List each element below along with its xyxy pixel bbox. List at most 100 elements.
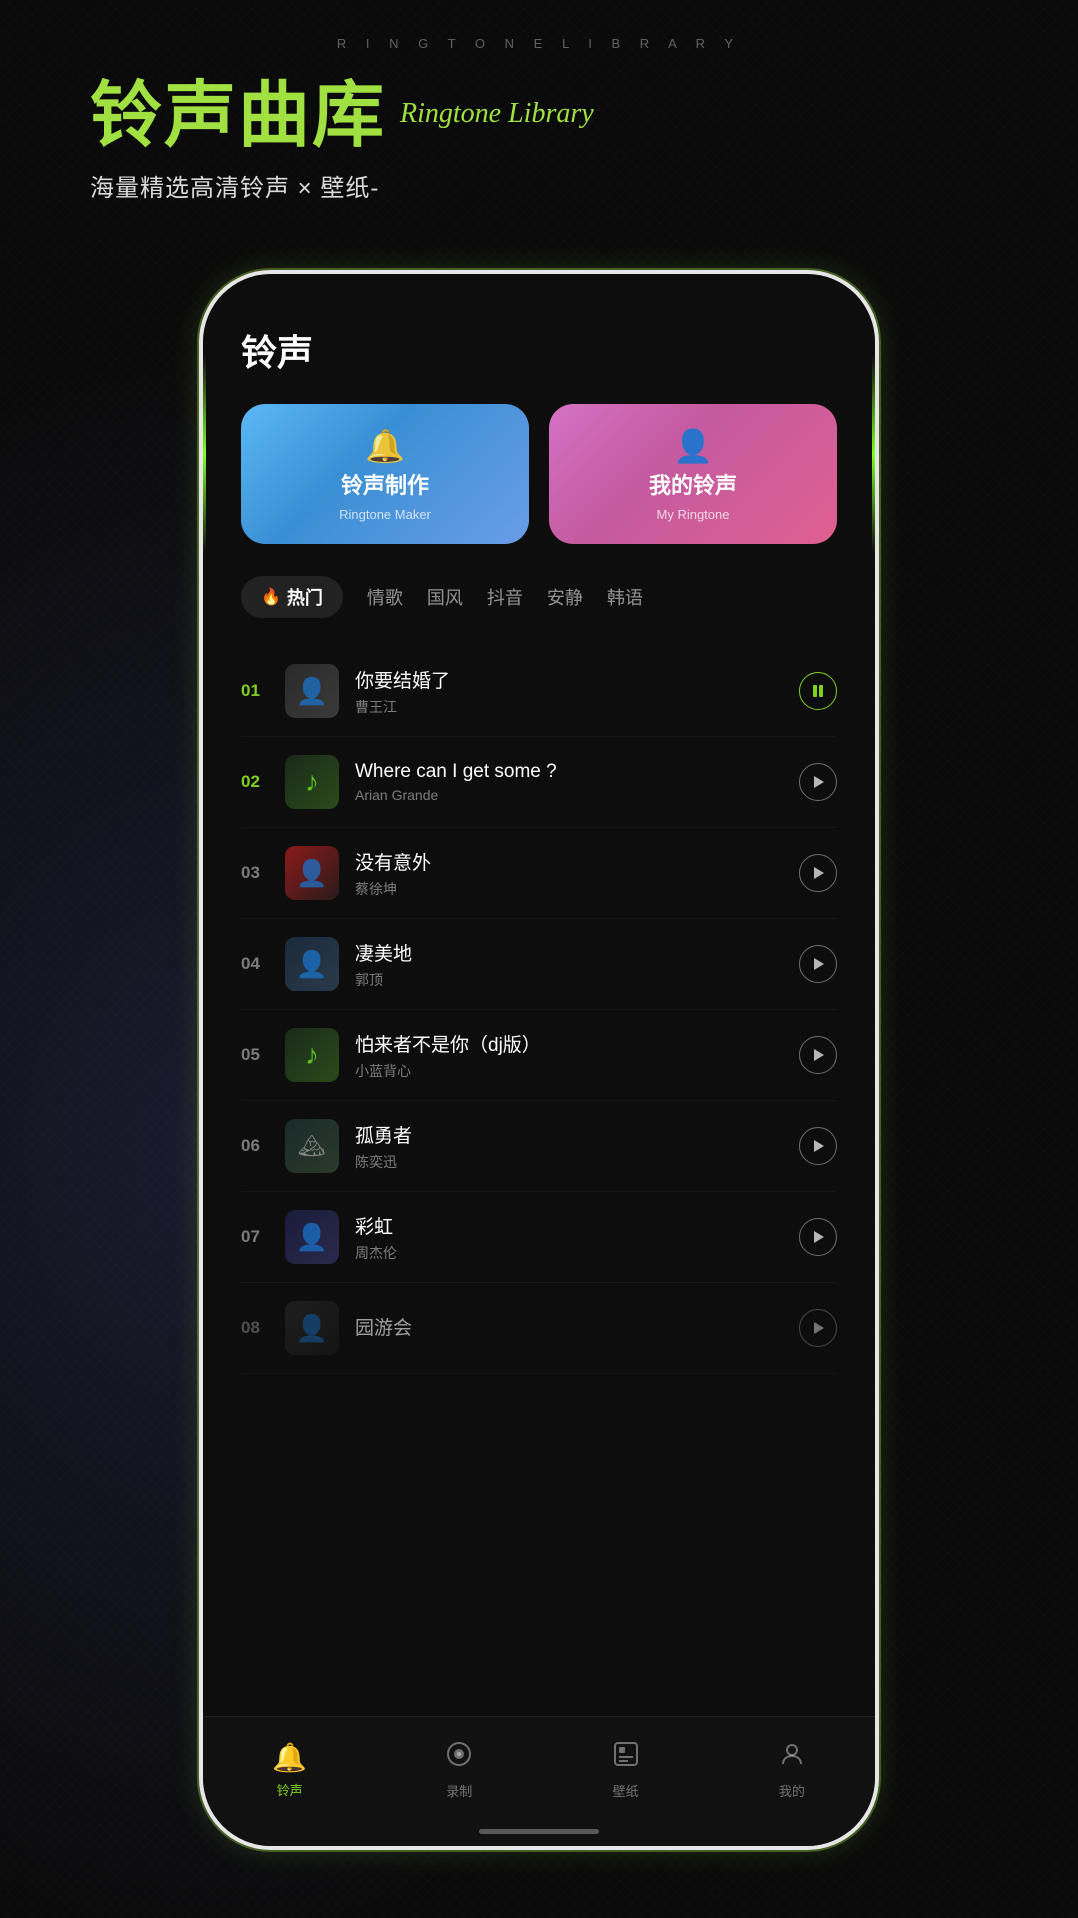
song-artist: 陈奕迅 bbox=[355, 1152, 799, 1172]
song-title: 彩虹 bbox=[355, 1212, 799, 1239]
play-button[interactable] bbox=[799, 854, 837, 892]
person-icon: 👤 bbox=[296, 676, 328, 707]
song-number: 07 bbox=[241, 1227, 285, 1247]
song-artist: 周杰伦 bbox=[355, 1243, 799, 1263]
top-bar-text: R I N G T O N E L I B R A R Y bbox=[337, 36, 741, 51]
nav-record-icon bbox=[445, 1740, 473, 1775]
category-tabs: 🔥 热门 情歌 国风 抖音 安静 韩语 bbox=[233, 576, 845, 618]
song-number: 01 bbox=[241, 681, 285, 701]
song-artist: 郭顶 bbox=[355, 970, 799, 990]
song-artist: 小蓝背心 bbox=[355, 1061, 799, 1081]
my-ringtone-card[interactable]: 👤 我的铃声 My Ringtone bbox=[549, 404, 837, 544]
song-info: 没有意外蔡徐坤 bbox=[355, 848, 799, 899]
song-item[interactable]: 02♪Where can I get some ?Arian Grande bbox=[241, 737, 837, 828]
song-item[interactable]: 05 ♪ 怕来者不是你（dj版） 小蓝背心 bbox=[241, 1010, 837, 1101]
tab-hot-label: 热门 bbox=[287, 584, 323, 610]
song-title: 孤勇者 bbox=[355, 1121, 799, 1148]
nav-record[interactable]: 录制 bbox=[445, 1740, 473, 1800]
tab-quiet[interactable]: 安静 bbox=[547, 584, 583, 610]
song-item[interactable]: 08 👤 园游会 bbox=[241, 1283, 837, 1374]
landscape-icon: 🏔 bbox=[298, 1133, 326, 1159]
nav-ringtone-icon: 🔔 bbox=[272, 1741, 307, 1774]
nav-wallpaper-label: 壁纸 bbox=[613, 1781, 639, 1800]
tab-cn[interactable]: 国风 bbox=[427, 584, 463, 610]
play-button[interactable] bbox=[799, 672, 837, 710]
song-info: 怕来者不是你（dj版） 小蓝背心 bbox=[355, 1030, 799, 1081]
song-number: 06 bbox=[241, 1136, 285, 1156]
song-info: 彩虹周杰伦 bbox=[355, 1212, 799, 1263]
song-thumbnail: 👤 bbox=[285, 1301, 339, 1355]
person-icon: 👤 bbox=[296, 1313, 328, 1344]
home-indicator bbox=[479, 1829, 599, 1834]
play-button[interactable] bbox=[799, 1127, 837, 1165]
nav-mine[interactable]: 我的 bbox=[778, 1740, 806, 1800]
song-thumbnail: 👤 bbox=[285, 1210, 339, 1264]
nav-mine-icon bbox=[778, 1740, 806, 1775]
my-title-en: My Ringtone bbox=[657, 507, 730, 522]
header-title-en: Ringtone Library bbox=[400, 98, 594, 130]
song-thumbnail: 👤 bbox=[285, 664, 339, 718]
phone-content: 铃声 🔔 铃声制作 Ringtone Maker 👤 我的铃声 My Ringt… bbox=[203, 324, 875, 1846]
bottom-nav: 🔔 铃声 录制 bbox=[203, 1716, 875, 1846]
maker-icon: 🔔 bbox=[365, 427, 405, 465]
song-title: 你要结婚了 bbox=[355, 666, 799, 693]
song-info: 你要结婚了曹王江 bbox=[355, 666, 799, 717]
page-header: 铃声曲库 Ringtone Library 海量精选高清铃声 × 壁纸- bbox=[90, 80, 386, 203]
song-title: 凄美地 bbox=[355, 939, 799, 966]
song-info: 凄美地郭顶 bbox=[355, 939, 799, 990]
top-bar: R I N G T O N E L I B R A R Y bbox=[0, 36, 1078, 51]
play-button[interactable] bbox=[799, 1309, 837, 1347]
ringtone-maker-card[interactable]: 🔔 铃声制作 Ringtone Maker bbox=[241, 404, 529, 544]
song-title: 怕来者不是你（dj版） bbox=[355, 1030, 799, 1057]
play-button[interactable] bbox=[799, 1036, 837, 1074]
maker-title-en: Ringtone Maker bbox=[339, 507, 431, 522]
song-info: 园游会 bbox=[355, 1313, 799, 1344]
song-artist: Arian Grande bbox=[355, 787, 799, 803]
action-cards: 🔔 铃声制作 Ringtone Maker 👤 我的铃声 My Ringtone bbox=[233, 404, 845, 544]
song-list-container: 01👤你要结婚了曹王江02♪Where can I get some ?Aria… bbox=[233, 646, 845, 1788]
song-item[interactable]: 06 🏔 孤勇者陈奕迅 bbox=[241, 1101, 837, 1192]
my-ringtone-icon: 👤 bbox=[673, 427, 713, 465]
tab-korean[interactable]: 韩语 bbox=[607, 584, 643, 610]
nav-ringtone-label: 铃声 bbox=[277, 1780, 303, 1799]
song-title: 没有意外 bbox=[355, 848, 799, 875]
phone-frame: 铃声 🔔 铃声制作 Ringtone Maker 👤 我的铃声 My Ringt… bbox=[199, 270, 879, 1850]
song-thumbnail: 👤 bbox=[285, 937, 339, 991]
maker-title-cn: 铃声制作 bbox=[341, 475, 429, 497]
song-info: 孤勇者陈奕迅 bbox=[355, 1121, 799, 1172]
person-icon: 👤 bbox=[296, 858, 328, 889]
phone-inner: 铃声 🔔 铃声制作 Ringtone Maker 👤 我的铃声 My Ringt… bbox=[203, 274, 875, 1846]
tab-love[interactable]: 情歌 bbox=[367, 584, 403, 610]
play-button[interactable] bbox=[799, 1218, 837, 1256]
music-icon: ♪ bbox=[305, 766, 319, 798]
song-number: 04 bbox=[241, 954, 285, 974]
my-title-cn: 我的铃声 bbox=[649, 475, 737, 497]
song-number: 05 bbox=[241, 1045, 285, 1065]
song-number: 03 bbox=[241, 863, 285, 883]
song-title: 园游会 bbox=[355, 1313, 799, 1340]
play-button[interactable] bbox=[799, 763, 837, 801]
nav-wallpaper[interactable]: 壁纸 bbox=[612, 1740, 640, 1800]
nav-record-label: 录制 bbox=[446, 1781, 472, 1800]
nav-wallpaper-icon bbox=[612, 1740, 640, 1775]
song-thumbnail: ♪ bbox=[285, 755, 339, 809]
song-thumbnail: 👤 bbox=[285, 846, 339, 900]
song-item[interactable]: 01 👤 你要结婚了曹王江 bbox=[241, 646, 837, 737]
song-number: 08 bbox=[241, 1318, 285, 1338]
song-artist: 曹王江 bbox=[355, 697, 799, 717]
nav-mine-label: 我的 bbox=[779, 1781, 805, 1800]
header-title-cn: 铃声曲库 bbox=[90, 80, 386, 152]
song-item[interactable]: 07👤 彩虹周杰伦 bbox=[241, 1192, 837, 1283]
person-icon: 👤 bbox=[296, 949, 328, 980]
music-icon: ♪ bbox=[305, 1039, 319, 1071]
tab-hot[interactable]: 🔥 热门 bbox=[241, 576, 343, 618]
page-title: 铃声 bbox=[233, 324, 845, 376]
song-thumbnail: 🏔 bbox=[285, 1119, 339, 1173]
fire-icon: 🔥 bbox=[261, 587, 281, 607]
nav-ringtone[interactable]: 🔔 铃声 bbox=[272, 1741, 307, 1799]
play-button[interactable] bbox=[799, 945, 837, 983]
song-number: 02 bbox=[241, 772, 285, 792]
song-item[interactable]: 04 👤 凄美地郭顶 bbox=[241, 919, 837, 1010]
song-item[interactable]: 03 👤 没有意外蔡徐坤 bbox=[241, 828, 837, 919]
tab-douyin[interactable]: 抖音 bbox=[487, 584, 523, 610]
